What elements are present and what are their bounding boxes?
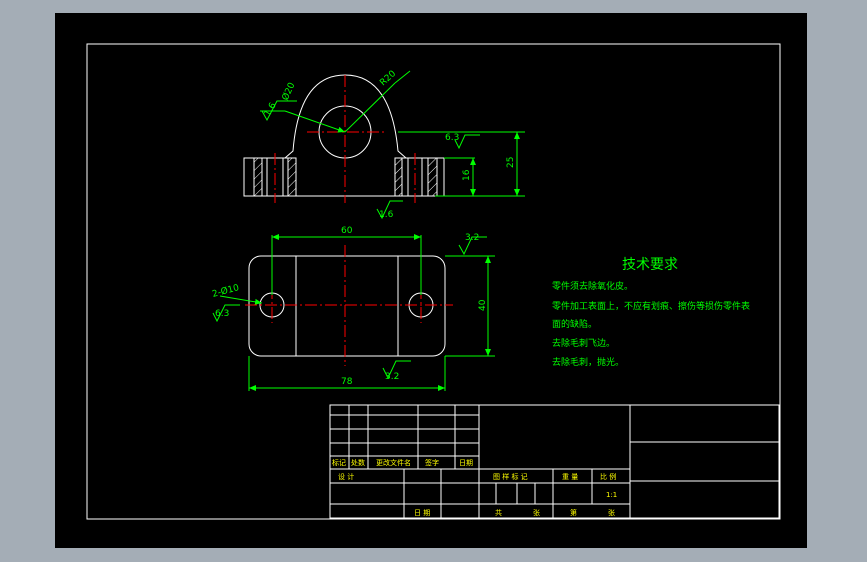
tech-line-4: 去除毛刺飞边。 <box>552 337 615 349</box>
tb-design: 设 计 <box>338 472 354 481</box>
rough-ra-left: 1.6 <box>263 101 279 119</box>
tech-line-3: 面的缺陷。 <box>552 318 597 330</box>
tb-weight: 重 量 <box>562 473 578 481</box>
rough-holes: 6.3 <box>215 309 229 319</box>
drawing-frame <box>86 43 781 520</box>
tb-stage-mark: 图 样 标 记 <box>493 472 528 481</box>
title-block-text: 标记 处数 更改文件名 签字 日期 设 计 日 期 图 样 标 记 重 量 比 … <box>332 458 617 517</box>
tech-line-1: 零件须去除氧化皮。 <box>552 280 633 292</box>
dim-height-16: 16 <box>462 169 472 181</box>
tb-label-count: 处数 <box>351 458 365 467</box>
rough-ra-bottom: 1.6 <box>379 210 394 220</box>
front-view <box>243 74 445 197</box>
dim-d20: Ø20 <box>280 81 298 103</box>
plan-view <box>248 255 446 357</box>
rough-ra-right: 6.3 <box>445 133 459 143</box>
rough-top-right: 3.2 <box>465 233 479 243</box>
tb-label-file: 更改文件名 <box>376 458 411 467</box>
cad-drawing: R20 Ø20 1.6 6.3 1.6 16 25 60 78 40 2-Ø10… <box>86 43 781 520</box>
tb-sheet-no: 第 <box>570 508 577 517</box>
dim-height-25: 25 <box>506 157 516 168</box>
dim-height-40: 40 <box>478 299 488 311</box>
tb-scale: 1:1 <box>606 491 617 499</box>
dim-width-60: 60 <box>341 226 353 236</box>
tech-line-5: 去除毛刺，抛光。 <box>552 356 624 368</box>
drawing-sheet: R20 Ø20 1.6 6.3 1.6 16 25 60 78 40 2-Ø10… <box>55 13 807 548</box>
tb-scale-label: 比 例 <box>600 472 616 481</box>
tb-label-mark: 标记 <box>332 458 346 467</box>
tech-line-2: 零件加工表面上，不应有划痕、擦伤等损伤零件表 <box>552 300 750 312</box>
plan-view-outline <box>248 255 446 357</box>
rough-bottom: 3.2 <box>385 372 399 382</box>
tb-label-sign: 签字 <box>425 458 439 467</box>
drawing-viewport: R20 Ø20 1.6 6.3 1.6 16 25 60 78 40 2-Ø10… <box>0 0 867 562</box>
tech-title: 技术要求 <box>622 257 678 273</box>
tb-total: 共 <box>495 508 502 517</box>
tb-unit2: 张 <box>608 508 615 517</box>
tb-unit: 张 <box>533 508 540 517</box>
tb-label-date: 日期 <box>459 459 473 467</box>
plan-view-dimensions <box>212 234 495 391</box>
tech-requirements: 技术要求 零件须去除氧化皮。 零件加工表面上，不应有划痕、擦伤等损伤零件表 面的… <box>552 257 750 368</box>
dim-r20: R20 <box>378 69 398 88</box>
tb-date: 日 期 <box>414 509 430 517</box>
plan-view-dim-text: 60 78 40 2-Ø10 6.3 3.2 3.2 <box>211 226 488 387</box>
plan-view-centerlines <box>245 245 453 366</box>
front-view-dim-text: R20 Ø20 1.6 6.3 1.6 16 25 <box>263 69 516 220</box>
dim-width-78: 78 <box>341 377 353 387</box>
